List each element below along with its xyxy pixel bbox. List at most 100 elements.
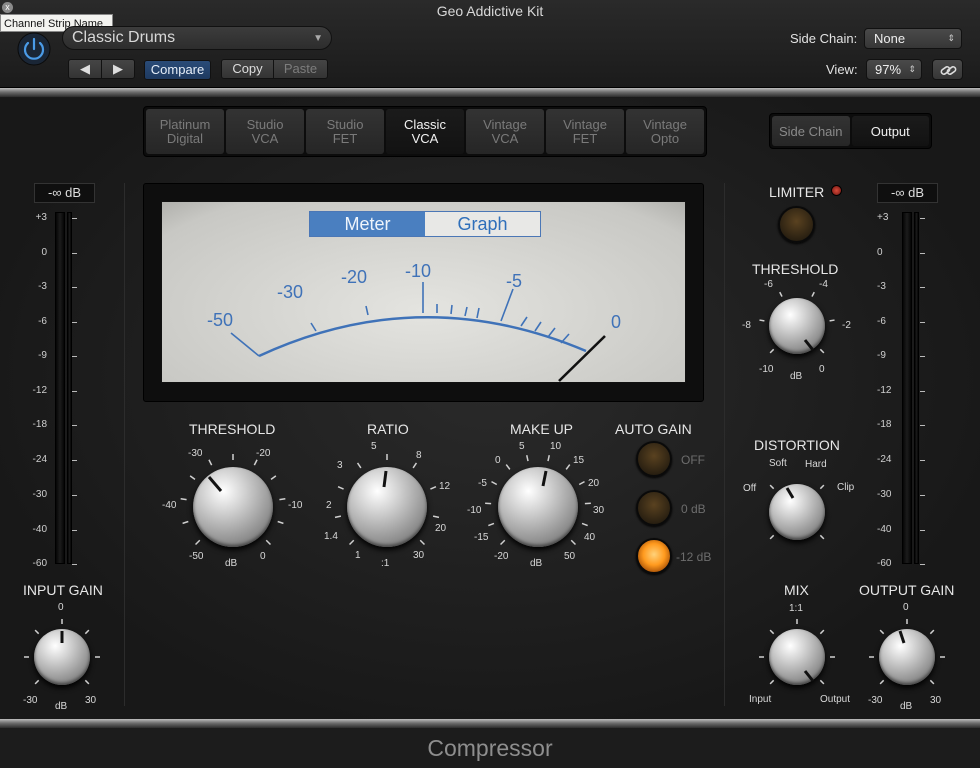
- ratio-knob[interactable]: [347, 467, 427, 547]
- makeup-label: MAKE UP: [510, 421, 574, 437]
- distortion-tick: Off: [743, 483, 757, 494]
- ratio-tick: 1: [355, 550, 361, 561]
- ratio-tick: 5: [371, 441, 377, 452]
- output-gain-left-tick: -30: [868, 695, 883, 706]
- makeup-tick: 20: [588, 478, 600, 489]
- paste-button[interactable]: Paste: [273, 59, 328, 79]
- mix-knob[interactable]: [769, 629, 825, 685]
- ratio-tick: 12: [439, 481, 451, 492]
- meter-scale-label: -40: [32, 524, 47, 535]
- link-button[interactable]: [932, 59, 963, 80]
- meter-scale-tick: [72, 322, 77, 323]
- auto-gain-0db-button[interactable]: [636, 490, 672, 526]
- makeup-tick: -10: [467, 505, 482, 516]
- output-db-readout: -∞ dB: [877, 183, 938, 203]
- makeup-knob[interactable]: [498, 467, 578, 547]
- model-vintage-opto[interactable]: Vintage Opto: [626, 109, 704, 154]
- threshold-tick: -30: [188, 448, 203, 459]
- meter-scale-label: -3: [38, 281, 47, 292]
- distortion-tick: Clip: [837, 482, 855, 493]
- model-studio-vca[interactable]: Studio VCA: [226, 109, 304, 154]
- meter-scale-label: -30: [32, 489, 47, 500]
- auto-gain-off-button[interactable]: [636, 441, 672, 477]
- auto-gain-option: 0 dB: [681, 502, 706, 516]
- makeup-tick: 15: [573, 455, 585, 466]
- threshold-label: THRESHOLD: [189, 421, 276, 437]
- model-platinum-digital[interactable]: Platinum Digital: [146, 109, 224, 154]
- meter-scale-tick: [920, 322, 925, 323]
- threshold-knob[interactable]: [193, 467, 273, 547]
- makeup-tick: -15: [474, 532, 489, 543]
- ratio-tick: 30: [413, 550, 425, 561]
- auto-gain-label: AUTO GAIN: [615, 421, 692, 437]
- makeup-unit: dB: [530, 558, 543, 569]
- side-chain-select[interactable]: None ⇕: [864, 28, 962, 49]
- copy-button[interactable]: Copy: [221, 59, 274, 79]
- close-icon[interactable]: x: [2, 2, 13, 13]
- limiter-label: LIMITER: [769, 184, 825, 200]
- tab-meter[interactable]: Meter: [310, 212, 425, 236]
- model-studio-fet[interactable]: Studio FET: [306, 109, 384, 154]
- bottom-chrome-rail: [0, 719, 980, 728]
- previous-preset-button[interactable]: ◀: [68, 59, 102, 79]
- model-classic-vca[interactable]: Classic VCA: [386, 109, 464, 154]
- meter-scale-label: +3: [35, 212, 47, 223]
- makeup-tick: 10: [550, 441, 562, 452]
- meter-scale-label: -24: [32, 454, 47, 465]
- auto-gain-12db-button[interactable]: [636, 538, 672, 574]
- makeup-tick: 30: [593, 505, 605, 516]
- distortion-label: DISTORTION: [754, 437, 840, 453]
- input-db-readout: -∞ dB: [34, 183, 95, 203]
- meter-scale-label: -12: [32, 385, 47, 396]
- ratio-tick: 20: [435, 523, 447, 534]
- power-button[interactable]: [17, 32, 51, 66]
- tab-output[interactable]: Output: [851, 116, 929, 146]
- makeup-tick: -20: [494, 551, 509, 562]
- output-gain-label: OUTPUT GAIN: [859, 582, 955, 598]
- meter-scale-tick: [920, 218, 925, 219]
- input-gain-top-tick: 0: [58, 602, 64, 613]
- meter-scale-tick: [72, 287, 77, 288]
- threshold-unit: dB: [225, 558, 238, 569]
- side-chain-label: Side Chain:: [790, 31, 858, 46]
- meter-scale-tick: [72, 391, 77, 392]
- preset-menu[interactable]: Classic Drums ▼: [62, 26, 332, 50]
- meter-scale-tick: [72, 356, 77, 357]
- meter-scale-tick: [920, 460, 925, 461]
- meter-scale-tick: [920, 287, 925, 288]
- output-gain-knob[interactable]: [879, 629, 935, 685]
- distortion-knob[interactable]: [769, 484, 825, 540]
- output-gain-right-tick: 30: [930, 695, 942, 706]
- compare-button[interactable]: Compare: [144, 60, 211, 80]
- meter-scale-label: -18: [32, 419, 47, 430]
- limiter-button[interactable]: [778, 206, 815, 243]
- input-gain-knob[interactable]: [34, 629, 90, 685]
- auto-gain-option: -12 dB: [676, 550, 712, 564]
- meter-scale-tick: [72, 218, 77, 219]
- distortion-tick: Hard: [805, 459, 827, 470]
- ratio-tick: 3: [337, 460, 343, 471]
- knob-indicator: [60, 631, 64, 643]
- makeup-tick: 40: [584, 532, 596, 543]
- window-title: Geo Addictive Kit: [436, 3, 544, 19]
- tab-side-chain[interactable]: Side Chain: [772, 116, 850, 146]
- next-preset-button[interactable]: ▶: [101, 59, 135, 79]
- meter-scale-label: -9: [38, 350, 47, 361]
- meter-scale-tick: [920, 495, 925, 496]
- top-chrome-rail: [0, 88, 980, 97]
- model-vintage-fet[interactable]: Vintage FET: [546, 109, 624, 154]
- model-vintage-vca[interactable]: Vintage VCA: [466, 109, 544, 154]
- limiter-tick: -8: [742, 320, 751, 331]
- tab-graph[interactable]: Graph: [425, 212, 540, 236]
- threshold-tick: 0: [260, 551, 266, 562]
- output-gain-top-tick: 0: [903, 602, 909, 613]
- input-gain-right-tick: 30: [85, 695, 97, 706]
- limiter-threshold-knob[interactable]: [769, 298, 825, 354]
- distortion-tick: Soft: [769, 458, 787, 469]
- input-gain-unit: dB: [55, 701, 68, 712]
- vu-label: -5: [506, 271, 523, 291]
- meter-scale-label: -6: [38, 316, 47, 327]
- meter-graph-toggle: Meter Graph: [309, 211, 541, 237]
- view-zoom-select[interactable]: 97% ⇕: [866, 59, 922, 80]
- meter-scale-tick: [72, 253, 77, 254]
